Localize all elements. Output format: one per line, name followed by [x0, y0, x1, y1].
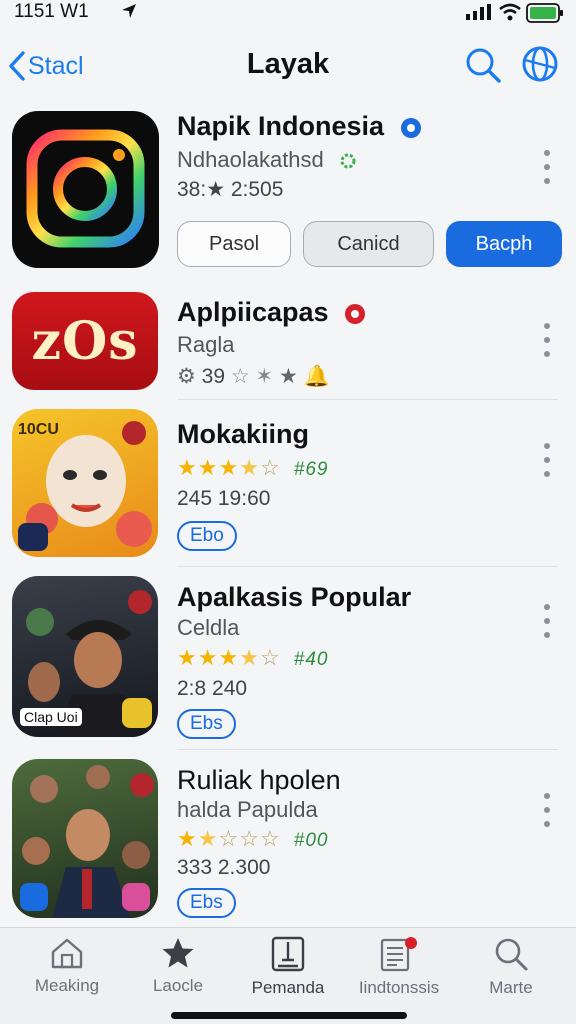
gear-icon: ⚙ [177, 365, 196, 388]
app-meta: 38:★ 2:505 [177, 178, 284, 201]
star-icon: ★ [218, 455, 240, 480]
app-name[interactable]: Apalkasis Popular [177, 582, 411, 613]
star-icon: ★ [197, 645, 219, 670]
more-options-button[interactable] [538, 604, 556, 638]
app-subtitle: halda Papulda [177, 797, 318, 822]
search-icon[interactable] [464, 46, 502, 84]
star-icon: ★ [177, 455, 198, 480]
tab-bar: Meaking Laocle Pemanda Iindtonssis Marte [0, 927, 576, 1024]
app-icon-zos[interactable]: zOs [12, 292, 158, 390]
tag-button[interactable]: Ebs [177, 709, 236, 739]
app-name-text: Napik Indonesia [177, 111, 385, 141]
more-options-button[interactable] [538, 793, 556, 827]
more-options-button[interactable] [538, 443, 556, 477]
star-icon [162, 938, 194, 968]
app-icon-camera[interactable] [12, 111, 159, 268]
app-name[interactable]: Ruliak hpolen [177, 765, 341, 796]
tab-meaking[interactable]: Meaking [12, 936, 122, 996]
app-subtitle: Celdla [177, 615, 240, 640]
rating-label: #40 [293, 649, 329, 670]
star-rating: ★★☆☆☆ #00 [177, 826, 329, 852]
tab-marte[interactable]: Marte [456, 936, 566, 998]
tag-button[interactable]: Ebs [177, 888, 236, 918]
star-icon: ✶ [255, 365, 274, 388]
rating-label: #69 [293, 459, 329, 480]
home-indicator[interactable] [171, 1012, 407, 1019]
status-time: 1151 W1 [14, 1, 89, 22]
more-options-button[interactable] [538, 323, 556, 357]
star-rating: ★★★★☆ #69 [177, 455, 329, 481]
divider [177, 399, 558, 400]
divider [177, 566, 558, 567]
cancel-button[interactable]: Canicd [303, 221, 434, 267]
app-icon-cartoon[interactable]: 10CU [12, 409, 158, 557]
pasol-button[interactable]: Pasol [177, 221, 291, 267]
app-name[interactable]: Mokakiing [177, 419, 309, 450]
tab-pemanda[interactable]: Pemanda [233, 936, 343, 998]
tab-label: Laocle [152, 976, 204, 995]
search-icon [495, 938, 528, 971]
wifi-icon [499, 3, 521, 21]
signal-icon [466, 4, 491, 20]
tab-label: Marte [489, 978, 533, 997]
app-icon-label: 10CU [18, 421, 59, 438]
rating-label: #00 [293, 830, 329, 851]
app-meta-text: 39 [201, 365, 226, 388]
half-star-icon: ★ [239, 645, 260, 670]
tab-label: Iindtonssis [358, 978, 440, 997]
half-star-icon: ★ [197, 826, 219, 851]
app-icon-movie[interactable]: Clap Uoi [12, 576, 158, 737]
more-options-button[interactable] [538, 150, 556, 184]
book-icon [271, 936, 305, 972]
tab-label: Pemanda [251, 978, 325, 997]
app-name[interactable]: Napik Indonesia [177, 111, 422, 142]
star-icon: ★ [218, 645, 240, 670]
app-icon-drama[interactable] [12, 759, 158, 918]
divider [177, 749, 558, 750]
app-subtitle-text: Ndhaolakathsd [177, 147, 324, 172]
tag-button[interactable]: Ebo [177, 521, 237, 551]
app-name[interactable]: Aplpiicapas [177, 297, 366, 328]
nav-bar: Stacl Layak [0, 36, 576, 96]
star-outline-icon: ☆ [239, 826, 260, 851]
tab-iindtonssis[interactable]: Iindtonssis [344, 936, 454, 998]
star-icon: ★ [197, 455, 219, 480]
star-rating: ★★★★☆ #40 [177, 645, 329, 671]
primary-action-button[interactable]: Bacph [446, 221, 562, 267]
star-outline-icon: ☆ [259, 455, 281, 480]
location-arrow-icon [122, 4, 136, 18]
app-meta: 333 2.300 [177, 856, 271, 879]
app-subtitle: Ndhaolakathsd [177, 147, 358, 173]
verified-badge-icon [400, 117, 421, 138]
camera-logo-icon [26, 129, 145, 248]
battery-icon [526, 3, 563, 23]
half-star-icon: ★ [239, 455, 260, 480]
verified-badge-icon [345, 303, 366, 324]
star-icon: ★ [177, 645, 198, 670]
star-icon: ★ [177, 826, 198, 851]
app-subtitle: Ragla [177, 332, 235, 357]
star-icon: ☆ [230, 365, 250, 388]
app-icon-label: Clap Uoi [20, 708, 82, 726]
tab-label: Meaking [34, 976, 100, 995]
star-outline-icon: ☆ [218, 826, 240, 851]
tab-laocle[interactable]: Laocle [123, 936, 233, 996]
app-meta: ⚙ 39 ☆ ✶ ★ 🔔 [177, 364, 330, 389]
app-meta: 245 19:60 [177, 487, 271, 510]
star-outline-icon: ☆ [259, 645, 281, 670]
app-icon-label: zOs [31, 310, 139, 372]
bell-icon: 🔔 [303, 365, 330, 388]
star-outline-icon: ☆ [259, 826, 281, 851]
house-icon [51, 938, 83, 969]
globe-icon[interactable] [520, 44, 560, 84]
status-bar: 1151 W1 [0, 0, 576, 28]
drama-poster-icon [20, 765, 154, 918]
star-icon: ★ [279, 365, 298, 388]
app-name-text: Aplpiicapas [177, 297, 329, 327]
app-meta: 2:8 240 [177, 677, 248, 700]
gear-badge-icon [340, 153, 356, 169]
list-icon [380, 937, 417, 972]
